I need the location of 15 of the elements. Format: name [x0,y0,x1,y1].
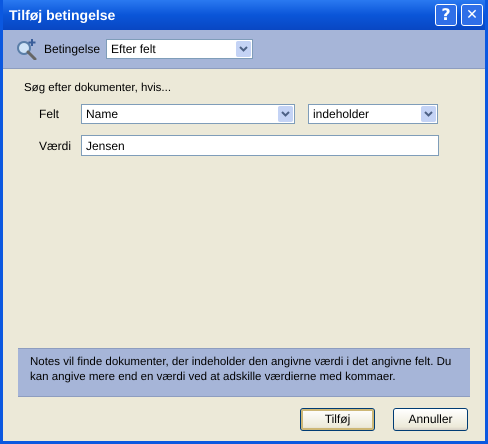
value-input[interactable]: Jensen [81,135,439,156]
field-dropdown[interactable]: Name [81,104,295,124]
field-label: Felt [38,107,60,121]
close-button[interactable]: ✕ [461,4,483,26]
condition-label: Betingelse [44,42,100,56]
search-icon [16,38,38,60]
dialog-button[interactable]: Tilføj [300,408,375,430]
condition-dropdown[interactable]: Efter felt [106,39,254,59]
dialog-button[interactable]: Annuller [393,408,468,430]
value-label: Værdi [38,138,72,152]
operator-dropdown[interactable]: indeholder [308,104,438,124]
section-heading: Søg efter dokumenter, hvis... [24,82,172,94]
window-title: Tilføj betingelse [9,7,116,23]
help-text: Notes vil finde dokumenter, der indeholder den angivne værdi i det angivne felt. Du kan angive mere end en værdi ved at adskille værdierne med kommaer. [18,348,470,397]
help-button[interactable]: ? [435,4,457,26]
